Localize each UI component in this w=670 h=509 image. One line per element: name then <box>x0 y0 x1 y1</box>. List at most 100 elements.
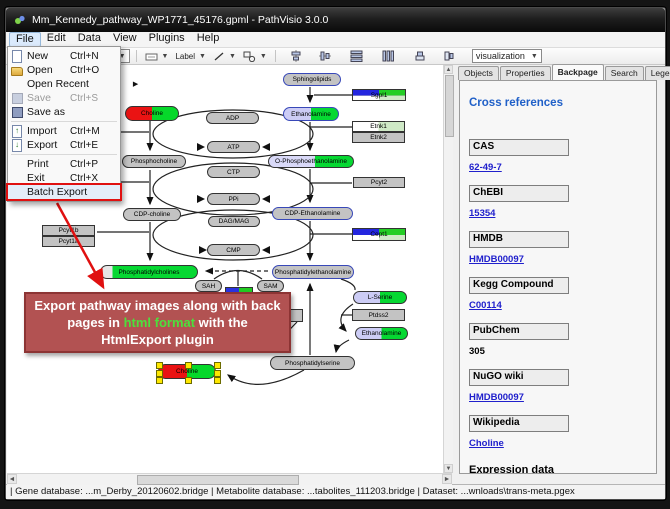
node-l-serine[interactable]: L-Serine <box>353 291 407 304</box>
node-atp[interactable]: ATP <box>207 141 260 153</box>
open-folder-icon <box>11 67 23 76</box>
menubar-item-help[interactable]: Help <box>191 32 226 45</box>
node-cmp[interactable]: CMP <box>207 244 260 256</box>
menubar-item-plugins[interactable]: Plugins <box>143 32 191 45</box>
selection-handle[interactable] <box>156 377 163 384</box>
menubar-item-view[interactable]: View <box>107 32 143 45</box>
node-ethanolamine[interactable]: Ethanolamine <box>355 327 408 340</box>
node-phosphatidylcholines[interactable]: Phosphatidylcholines <box>100 265 198 279</box>
crossref-link[interactable]: HMDB00097 <box>469 254 524 265</box>
status-bar: | Gene database: ...m_Derby_20120602.bri… <box>6 484 665 499</box>
menubar-item-file[interactable]: File <box>9 32 41 47</box>
menu-item-new[interactable]: NewCtrl+N <box>8 49 120 63</box>
node-sah[interactable]: SAH <box>195 280 222 292</box>
crossref-section-nugo-wiki: NuGO wikiHMDB00097 <box>469 369 649 405</box>
horizontal-scroll-thumb[interactable] <box>137 475 299 485</box>
tab-legend[interactable]: Legend <box>645 66 670 80</box>
node-ppi[interactable]: PPi <box>207 193 260 205</box>
selection-handle[interactable] <box>214 377 221 384</box>
menu-item-print[interactable]: PrintCtrl+P <box>8 157 120 171</box>
node-label: Ethanolamine <box>291 111 331 118</box>
scroll-right-icon[interactable]: ► <box>442 474 452 484</box>
node-etnk1[interactable]: Etnk1 <box>352 121 405 132</box>
selection-handle[interactable] <box>214 370 221 377</box>
tab-properties[interactable]: Properties <box>500 66 551 80</box>
node-etnk2[interactable]: Etnk2 <box>352 132 405 143</box>
stack-horizontal-button[interactable] <box>441 49 457 63</box>
node-sphingolipids[interactable]: Sphingolipids <box>283 73 341 86</box>
scroll-down-icon[interactable]: ▼ <box>444 464 453 473</box>
node-label: Sphingolipids <box>293 76 332 83</box>
menu-item-label: Print <box>27 158 66 170</box>
menu-item-label: Import <box>27 125 66 137</box>
node-phosphatidylethanolamine[interactable]: Phosphatidylethanolamine <box>272 265 354 279</box>
scroll-up-icon[interactable]: ▲ <box>444 65 453 74</box>
visualization-combobox[interactable]: visualization▼ <box>472 49 542 63</box>
stack-vertical-icon <box>414 50 426 62</box>
node-sam[interactable]: SAM <box>257 280 284 292</box>
node-phosphocholine[interactable]: Phosphocholine <box>122 155 186 168</box>
menu-item-open-recent[interactable]: Open Recent▶ <box>8 77 120 91</box>
scroll-left-icon[interactable]: ◄ <box>7 474 17 484</box>
node-adp[interactable]: ADP <box>206 112 259 124</box>
tab-backpage[interactable]: Backpage <box>552 64 604 80</box>
selection-handle[interactable] <box>185 362 192 369</box>
distribute-horizontal-button[interactable] <box>380 49 397 63</box>
selection-handle[interactable] <box>214 362 221 369</box>
crossref-link[interactable]: HMDB00097 <box>469 392 524 403</box>
title-bar[interactable]: Mm_Kennedy_pathway_WP1771_45176.gpml - P… <box>6 8 665 32</box>
selection-handle[interactable] <box>156 370 163 377</box>
crossref-link[interactable]: 15354 <box>469 208 495 219</box>
menu-item-batch-export[interactable]: Batch Export <box>8 185 120 199</box>
tab-objects[interactable]: Objects <box>458 66 499 80</box>
stack-vertical-button[interactable] <box>412 49 428 63</box>
menu-item-import[interactable]: ↑ImportCtrl+M <box>8 124 120 138</box>
node-cdp-ethanolamine[interactable]: CDP-Ethanolamine <box>272 207 353 220</box>
align-center-button[interactable] <box>288 49 304 63</box>
crossref-title: Wikipedia <box>469 415 569 432</box>
node-choline[interactable]: Choline <box>125 106 179 121</box>
crossref-link[interactable]: Choline <box>469 438 504 449</box>
selection-handle[interactable] <box>156 362 163 369</box>
node-choline[interactable]: Choline <box>158 364 216 379</box>
node-pcyt1b[interactable]: Pcyt1b <box>42 225 95 236</box>
node-pcyt2[interactable]: Pcyt2 <box>353 177 405 188</box>
node-ctp[interactable]: CTP <box>207 166 260 178</box>
canvas-horizontal-scrollbar[interactable]: ◄ ► <box>7 473 452 485</box>
crossref-link[interactable]: C00114 <box>469 300 502 311</box>
node-pcyt1a[interactable]: Pcyt1a <box>42 236 95 247</box>
node-o-phosphoethanolamine[interactable]: O-Phosphoethanolamine <box>268 155 354 168</box>
distribute-vertical-button[interactable] <box>348 49 365 63</box>
menu-item-open[interactable]: OpenCtrl+O <box>8 63 120 77</box>
crossref-link[interactable]: 62-49-7 <box>469 162 502 173</box>
label-tool-button[interactable]: Label ▼ <box>173 49 208 63</box>
node-ptdss2[interactable]: Ptdss2 <box>352 309 405 321</box>
menu-item-save-as[interactable]: Save as <box>8 105 120 119</box>
menubar-item-data[interactable]: Data <box>72 32 107 45</box>
node-cept1[interactable]: Cept1 <box>352 228 406 241</box>
annotation-line2-post: with the <box>195 315 248 330</box>
menu-item-export[interactable]: ↓ExportCtrl+E <box>8 138 120 152</box>
annotation-callout: Export pathway images along with back pa… <box>24 292 291 353</box>
node-label: DAG/MAG <box>219 218 250 225</box>
tab-search[interactable]: Search <box>605 66 644 80</box>
side-panel: ObjectsPropertiesBackpageSearchLegend Cr… <box>456 65 660 482</box>
menu-item-shortcut: Ctrl+O <box>70 65 106 76</box>
node-dag-mag[interactable]: DAG/MAG <box>208 216 260 227</box>
vertical-scroll-thumb[interactable] <box>445 75 454 137</box>
selection-handle[interactable] <box>185 377 192 384</box>
node-phosphatidylserine[interactable]: Phosphatidylserine <box>270 356 355 370</box>
node-sgpl1[interactable]: Sgpl1 <box>352 89 406 101</box>
datanode-tool-button[interactable]: ▼ <box>143 49 171 63</box>
menu-item-icon-blank <box>12 187 22 198</box>
menu-item-save[interactable]: SaveCtrl+S <box>8 91 120 105</box>
node-label: SAM <box>263 283 277 290</box>
node-ethanolamine[interactable]: Ethanolamine <box>283 107 339 121</box>
align-middle-button[interactable] <box>317 49 333 63</box>
node-cdp-choline[interactable]: CDP-choline <box>123 208 181 221</box>
menubar-item-edit[interactable]: Edit <box>41 32 72 45</box>
canvas-vertical-scrollbar[interactable]: ▲ ▼ <box>443 65 453 473</box>
menu-item-exit[interactable]: ExitCtrl+X <box>8 171 120 185</box>
line-tool-button[interactable]: ▼ <box>211 49 238 63</box>
shape-tool-button[interactable]: ▼ <box>241 49 269 63</box>
